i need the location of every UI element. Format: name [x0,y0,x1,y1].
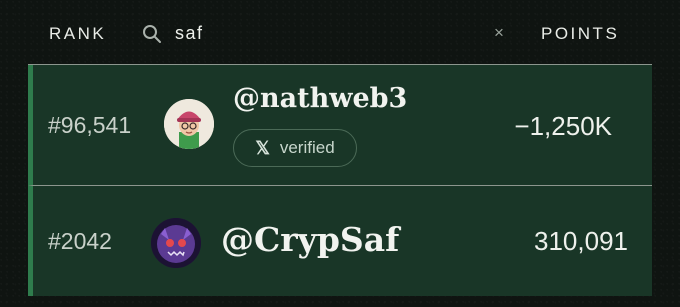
username-handle[interactable]: @CrypSaf [221,220,399,259]
clear-search-icon[interactable]: × [494,23,504,43]
rank-value: #2042 [48,228,112,254]
verified-badge: 𝕏 verified [233,129,357,167]
leaderboard-row[interactable]: #96,541 @nathweb3 𝕏 verified −1,250K [28,65,652,186]
avatar-pink-beanie-icon [164,99,214,149]
points-column-header: POINTS [541,24,620,43]
rank-value: #96,541 [48,112,132,138]
search-input[interactable] [175,20,475,46]
search-icon [143,25,161,43]
avatar [164,99,214,149]
x-logo-icon: 𝕏 [255,137,270,158]
leaderboard-header: RANK × POINTS [0,0,680,66]
verified-label: verified [279,138,335,157]
username-handle[interactable]: @nathweb3 [233,83,407,114]
points-value: 310,091 [534,226,628,256]
rank-column-header: RANK [49,24,107,43]
avatar [151,218,201,268]
avatar-purple-creature-icon [151,218,201,268]
leaderboard-list: #96,541 @nathweb3 𝕏 verified −1,250K #20… [28,64,652,296]
leaderboard-row[interactable]: #2042 @CrypSaf 310,091 [28,186,652,296]
points-value: −1,250K [514,111,612,141]
